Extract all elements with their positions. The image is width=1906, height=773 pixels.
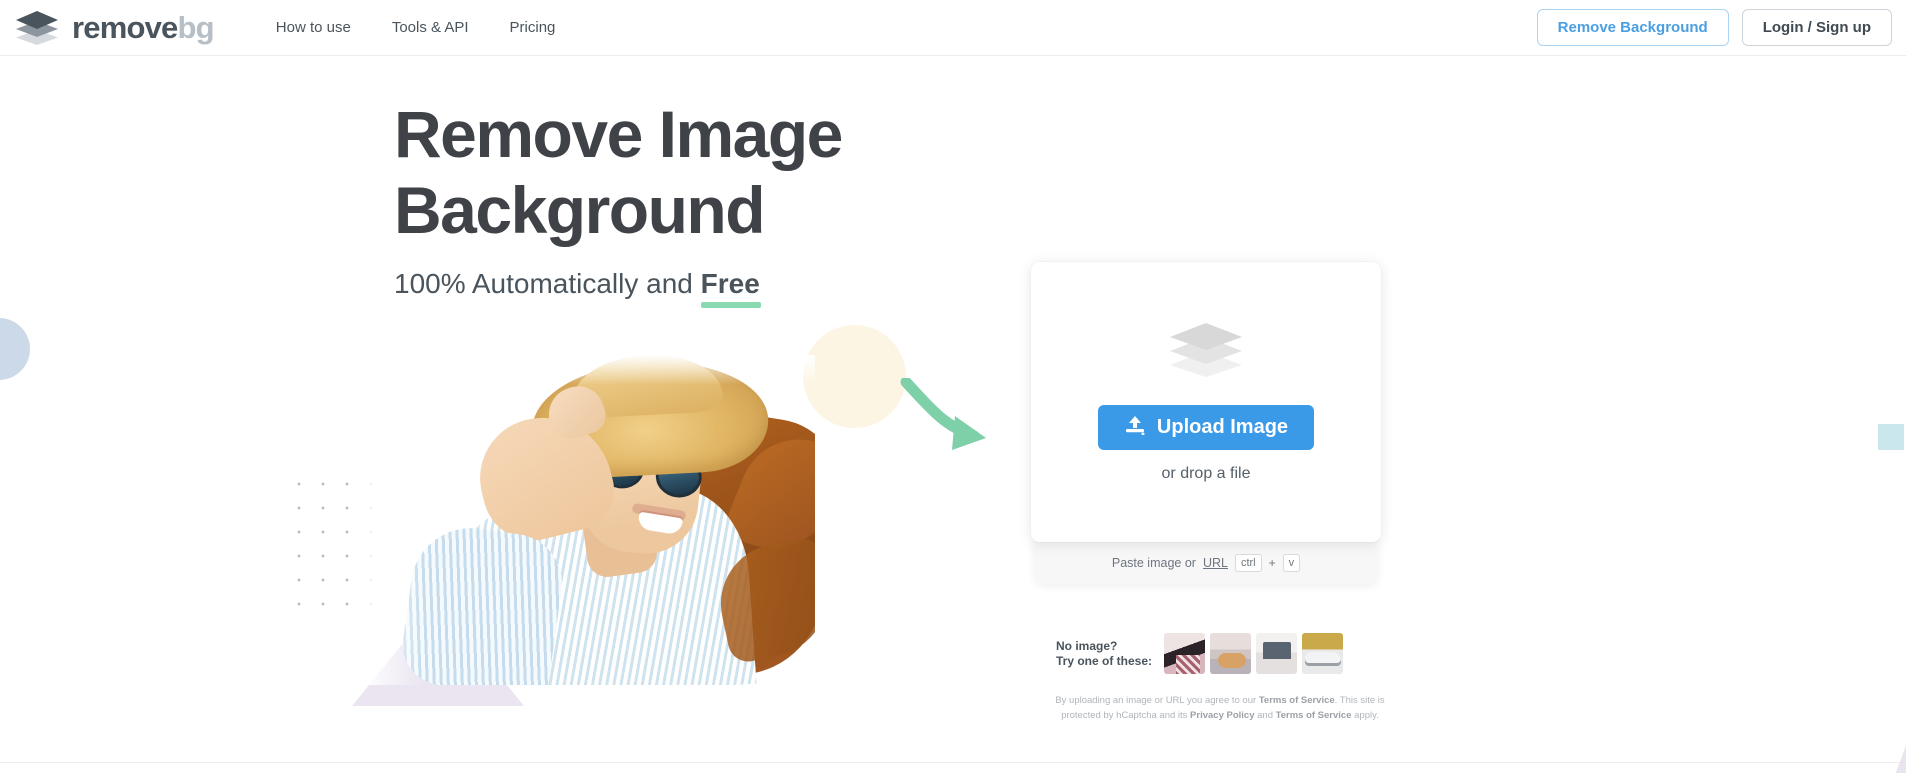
upload-panel: Upload Image or drop a file Paste image …	[1031, 262, 1381, 584]
hero-photo-woman-with-hat	[360, 355, 815, 685]
paste-prefix-label: Paste image or	[1111, 556, 1196, 570]
sample-label-line2: Try one of these:	[1056, 653, 1153, 668]
sample-label-line1: No image?	[1056, 638, 1118, 653]
key-ctrl: ctrl	[1234, 554, 1262, 572]
fineprint-l1-a: By uploading an image or URL you agree t…	[1055, 695, 1259, 706]
key-plus: +	[1268, 556, 1276, 570]
terms-of-service-link-1[interactable]: Terms of Service	[1259, 695, 1335, 706]
privacy-policy-link[interactable]: Privacy Policy	[1190, 710, 1254, 721]
page-subtitle: 100% Automatically and Free	[394, 268, 761, 308]
main-nav: How to use Tools & API Pricing	[276, 19, 556, 36]
sample-thumb-dog[interactable]	[1210, 633, 1252, 674]
page-title-line1: Remove Image	[394, 97, 843, 171]
sample-images-section: No image? Try one of these:	[1056, 633, 1344, 674]
nav-pricing[interactable]: Pricing	[510, 19, 556, 36]
nav-how-to-use[interactable]: How to use	[276, 19, 351, 36]
page-root: removebg How to use Tools & API Pricing …	[0, 0, 1906, 773]
fineprint-l2-c: and	[1254, 710, 1276, 721]
nav-tools-api[interactable]: Tools & API	[392, 19, 469, 36]
sample-thumb-laptop[interactable]	[1256, 633, 1298, 674]
legal-fineprint: By uploading an image or URL you agree t…	[1040, 693, 1400, 723]
sample-images-label: No image? Try one of these:	[1056, 639, 1152, 669]
page-subtitle-highlight: Free	[700, 268, 761, 308]
terms-of-service-link-2[interactable]: Terms of Service	[1276, 710, 1352, 721]
page-bottom-divider	[0, 762, 1906, 763]
header-actions: Remove Background Login / Sign up	[1536, 9, 1892, 46]
paste-url-link[interactable]: URL	[1203, 556, 1228, 570]
upload-dropzone[interactable]: Upload Image or drop a file	[1031, 262, 1381, 542]
fineprint-l1-c: . This site is	[1334, 695, 1385, 706]
paste-image-row: Paste image or URL ctrl + v	[1035, 538, 1377, 584]
decorative-circle-left	[0, 318, 30, 380]
layers-icon	[1166, 321, 1246, 377]
hero-sleeve	[397, 520, 569, 685]
decorative-circle-cream	[803, 325, 906, 428]
key-v: v	[1282, 554, 1301, 572]
decorative-triangle-bottom-right	[1880, 735, 1906, 773]
decorative-square-right	[1878, 424, 1904, 450]
remove-background-button[interactable]: Remove Background	[1536, 9, 1729, 46]
upload-arrow-icon	[1124, 415, 1146, 441]
sample-thumbnails	[1164, 633, 1344, 674]
fineprint-l2-a: protected by hCaptcha and its	[1061, 710, 1191, 721]
drop-a-file-label: or drop a file	[1161, 465, 1251, 482]
page-title: Remove Image Background	[394, 96, 1034, 248]
upload-image-button[interactable]: Upload Image	[1097, 405, 1315, 450]
logo-text: removebg	[72, 10, 215, 45]
curved-arrow-icon	[900, 376, 996, 459]
login-signup-button[interactable]: Login / Sign up	[1741, 9, 1892, 46]
logo-text-secondary: bg	[177, 10, 215, 45]
logo[interactable]: removebg	[14, 10, 215, 45]
upload-image-button-label: Upload Image	[1156, 416, 1289, 438]
logo-text-primary: remove	[72, 10, 178, 45]
page-title-line2: Background	[394, 173, 766, 247]
sample-thumb-woman[interactable]	[1164, 633, 1206, 674]
page-subtitle-prefix: 100% Automatically and	[394, 268, 701, 299]
site-header: removebg How to use Tools & API Pricing …	[0, 0, 1906, 56]
sample-thumb-car[interactable]	[1302, 633, 1344, 674]
fineprint-l2-e: apply.	[1351, 710, 1379, 721]
layers-logo-icon	[14, 10, 60, 45]
